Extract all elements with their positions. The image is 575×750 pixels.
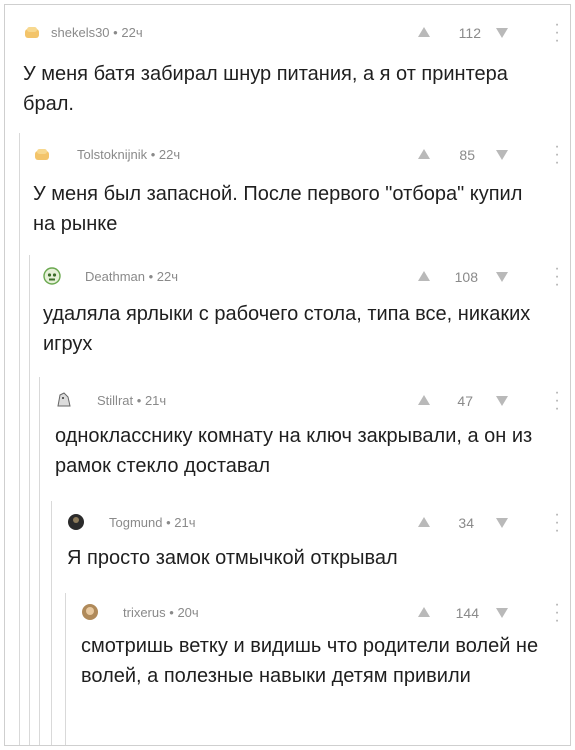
score: 85 [459, 147, 475, 163]
comment-header: Deathman • 22ч 108 · · · [43, 261, 570, 293]
author-line[interactable]: Deathman • 22ч [85, 269, 178, 284]
skull-avatar-icon[interactable] [43, 267, 61, 285]
more-options-icon[interactable]: · · · [554, 261, 560, 293]
more-options-icon[interactable]: · · · [554, 597, 560, 629]
comment-text: У меня был запасной. После первого "отбо… [33, 183, 523, 235]
comment: Tolstoknijnik • 22ч 85 · · · У меня был за… [33, 139, 570, 251]
downvote-icon[interactable] [496, 518, 508, 528]
comment: trixerus • 20ч 144 · · · смотришь ветку и … [81, 597, 570, 739]
comment-header: Tolstoknijnik • 22ч 85 · · · [33, 139, 570, 171]
score: 144 [455, 605, 479, 621]
thread-line[interactable] [29, 255, 30, 745]
score: 108 [454, 269, 478, 285]
comment-header: trixerus • 20ч 144 · · · [81, 597, 570, 629]
author-line[interactable]: Tolstoknijnik • 22ч [77, 147, 180, 162]
upvote-icon[interactable] [418, 607, 430, 617]
comment-text: У меня батя забирал шнур питания, а я от… [23, 63, 508, 115]
author-line[interactable]: trixerus • 20ч [123, 605, 199, 620]
comment-text: удаляла ярлыки с рабочего стола, типа вс… [43, 303, 531, 355]
dark-avatar-icon[interactable] [67, 513, 85, 531]
downvote-icon[interactable] [496, 28, 508, 38]
comment-header: Togmund • 21ч 34 · · · [67, 507, 570, 539]
comment: Togmund • 21ч 34 · · · Я просто замок отмы… [67, 507, 570, 589]
downvote-icon[interactable] [496, 608, 508, 618]
comment-text: Я просто замок отмычкой открывал [67, 547, 398, 569]
upvote-icon[interactable] [418, 271, 430, 281]
downvote-icon[interactable] [496, 396, 508, 406]
score: 34 [458, 515, 474, 531]
downvote-icon[interactable] [496, 272, 508, 282]
score: 112 [458, 25, 481, 41]
author-line[interactable]: Stillrat • 21ч [97, 393, 166, 408]
comment: Stillrat • 21ч 47 · · · однокласснику комн… [55, 385, 570, 497]
score: 47 [457, 393, 473, 409]
more-options-icon[interactable]: · · · [554, 17, 560, 49]
upvote-icon[interactable] [418, 149, 430, 159]
rat-avatar-icon[interactable] [55, 391, 73, 409]
upvote-icon[interactable] [418, 27, 430, 37]
downvote-icon[interactable] [496, 150, 508, 160]
bread-avatar-icon[interactable] [33, 145, 51, 163]
comment-text: однокласснику комнату на ключ закрывали,… [55, 425, 533, 477]
upvote-icon[interactable] [418, 517, 430, 527]
thread-line[interactable] [51, 501, 52, 745]
comment-thread: shekels30 • 22ч 112 · · · У меня батя заби… [4, 4, 571, 746]
face-avatar-icon[interactable] [81, 603, 99, 621]
more-options-icon[interactable]: · · · [554, 507, 560, 539]
author-line[interactable]: shekels30 • 22ч [51, 25, 143, 40]
comment-header: shekels30 • 22ч 112 · · · [23, 17, 570, 49]
more-options-icon[interactable]: · · · [554, 139, 560, 171]
thread-line[interactable] [19, 133, 20, 745]
more-options-icon[interactable]: · · · [554, 385, 560, 417]
comment: Deathman • 22ч 108 · · · удаляла ярлыки с … [43, 261, 570, 373]
comment-text: смотришь ветку и видишь что родители вол… [81, 635, 539, 687]
thread-line[interactable] [39, 377, 40, 745]
upvote-icon[interactable] [418, 395, 430, 405]
thread-line[interactable] [65, 593, 66, 745]
comment-header: Stillrat • 21ч 47 · · · [55, 385, 570, 417]
bread-avatar-icon[interactable] [23, 23, 41, 41]
comment: shekels30 • 22ч 112 · · · У меня батя заби… [23, 17, 570, 129]
author-line[interactable]: Togmund • 21ч [109, 515, 196, 530]
